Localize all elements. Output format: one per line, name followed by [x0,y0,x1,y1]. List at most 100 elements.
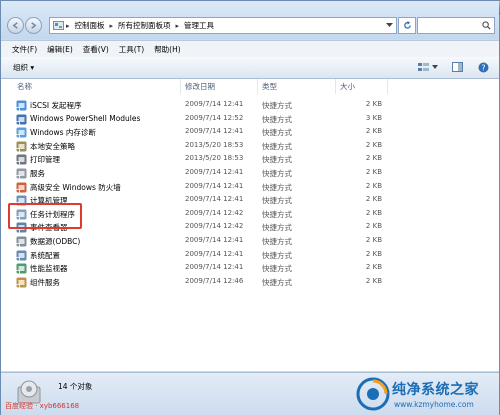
command-toolbar: 组织 ▾ ? [1,57,499,79]
file-type: 快捷方式 [262,277,292,287]
odbc-icon [16,236,27,247]
system-config-icon [16,250,27,261]
file-size: 2 KB [365,263,382,272]
security-policy-icon [16,141,27,152]
file-size: 2 KB [365,249,382,258]
svg-text:?: ? [481,63,485,72]
explorer-window: ▸ 控制面板 ▸ 所有控制面板项 ▸ 管理工具 文件(F) 编辑(E) 查看(V… [0,0,500,415]
file-name: 组件服务 [30,277,60,287]
iscsi-icon [16,100,27,111]
organize-button[interactable]: 组织 ▾ [13,62,34,73]
column-size[interactable]: 大小 [340,81,355,92]
services-icon [16,168,27,179]
column-name[interactable]: 名称 [17,81,32,92]
file-name: Windows 内存诊断 [30,128,96,138]
file-size: 2 KB [365,154,382,163]
firewall-icon [16,182,27,193]
menu-view[interactable]: 查看(V) [78,44,114,55]
file-date: 2009/7/14 12:41 [185,249,244,258]
file-date: 2009/7/14 12:42 [185,208,244,217]
file-size: 2 KB [365,181,382,190]
control-panel-icon [53,20,64,30]
menu-file[interactable]: 文件(F) [7,44,42,55]
menu-tools[interactable]: 工具(T) [114,44,149,55]
file-type: 快捷方式 [262,155,292,165]
file-type: 快捷方式 [262,237,292,246]
file-size: 2 KB [365,195,382,204]
object-count: 14 个对象 [58,382,93,391]
file-size: 2 KB [365,168,382,176]
file-size: 2 KB [365,127,382,136]
help-icon: ? [478,62,488,72]
file-row[interactable]: 打印管理 2013/5/20 18:53 快捷方式 2 KB [13,153,388,166]
column-header: 名称 修改日期 类型 大小 [1,79,499,94]
file-date: 2009/7/14 12:41 [185,263,244,272]
file-name: 服务 [30,169,45,178]
file-name: iSCSI 发起程序 [30,101,82,110]
help-button[interactable]: ? [475,60,491,74]
file-type: 快捷方式 [262,114,292,124]
site-watermark-url: www.kzmyhome.com [394,400,474,409]
printer-icon [16,154,27,165]
search-input[interactable] [417,17,495,34]
file-date: 2009/7/14 12:41 [185,168,244,176]
baidu-watermark: 百度经验 · xyb666168 [5,402,80,410]
address-dropdown[interactable] [384,19,395,32]
file-date: 2009/7/14 12:41 [185,195,244,204]
breadcrumb-admin-tools[interactable]: 管理工具 [181,20,217,31]
menu-help[interactable]: 帮助(H) [149,44,186,55]
file-date: 2009/7/14 12:41 [185,236,244,244]
back-button[interactable] [7,17,24,34]
file-name: 本地安全策略 [30,141,75,151]
file-date: 2009/7/14 12:52 [185,113,244,122]
file-row[interactable]: 高级安全 Windows 防火墙 2009/7/14 12:41 快捷方式 2 KB [13,181,388,194]
chevron-down-icon [386,23,393,27]
preview-pane-button[interactable] [449,60,465,74]
file-type: 快捷方式 [262,128,292,138]
file-type: 快捷方式 [262,264,292,274]
site-watermark: 纯净系统之家 www.kzmyhome.com [354,375,499,415]
breadcrumb-control-panel[interactable]: 控制面板 [72,20,108,31]
file-list-pane: 名称 修改日期 类型 大小 iSCSI 发起程序 2009/7/14 12:41 快… [1,79,499,371]
breadcrumb-all-items[interactable]: 所有控制面板项 [115,20,174,31]
file-type: 快捷方式 [262,196,292,206]
menu-edit[interactable]: 编辑(E) [42,44,78,55]
file-row[interactable]: Windows 内存诊断 2009/7/14 12:41 快捷方式 2 KB [13,126,388,139]
back-arrow-icon [12,22,18,29]
powershell-icon [16,114,27,125]
preview-pane-icon [451,62,463,72]
file-name: 高级安全 Windows 防火墙 [30,182,121,192]
component-services-icon [16,277,27,288]
file-type: 快捷方式 [262,209,292,219]
forward-arrow-icon [31,22,37,29]
chevron-down-icon [432,65,438,69]
view-options-button[interactable] [414,60,442,74]
refresh-button[interactable] [398,17,416,34]
view-icon [418,62,429,71]
file-row[interactable]: 本地安全策略 2013/5/20 18:53 快捷方式 2 KB [13,140,388,153]
file-row[interactable]: Windows PowerShell Modules 2009/7/14 12:5… [13,113,388,126]
menu-bar: 文件(F) 编辑(E) 查看(V) 工具(T) 帮助(H) [1,40,499,57]
file-size: 2 KB [365,276,382,285]
file-row[interactable]: 组件服务 2009/7/14 12:46 快捷方式 2 KB [13,276,388,289]
address-bar[interactable]: ▸ 控制面板 ▸ 所有控制面板项 ▸ 管理工具 [49,17,397,34]
search-icon [482,21,491,30]
file-type: 快捷方式 [262,223,292,233]
column-date[interactable]: 修改日期 [185,81,215,92]
column-type[interactable]: 类型 [262,81,277,92]
file-name: 系统配置 [30,250,60,260]
file-row[interactable]: 数据源(ODBC) 2009/7/14 12:41 快捷方式 2 KB [13,235,388,248]
file-row[interactable]: 系统配置 2009/7/14 12:41 快捷方式 2 KB [13,249,388,262]
file-type: 快捷方式 [262,101,292,110]
file-type: 快捷方式 [262,169,292,178]
file-row[interactable]: iSCSI 发起程序 2009/7/14 12:41 快捷方式 2 KB [13,99,388,112]
file-name: Windows PowerShell Modules [30,113,141,123]
file-row[interactable]: 服务 2009/7/14 12:41 快捷方式 2 KB [13,167,388,180]
forward-button[interactable] [25,17,42,34]
highlight-box [8,202,82,229]
file-size: 2 KB [365,222,382,231]
address-area: ▸ 控制面板 ▸ 所有控制面板项 ▸ 管理工具 [1,1,499,39]
file-row[interactable]: 性能监视器 2009/7/14 12:41 快捷方式 2 KB [13,262,388,275]
file-date: 2009/7/14 12:42 [185,222,244,231]
file-name: 打印管理 [30,155,60,165]
